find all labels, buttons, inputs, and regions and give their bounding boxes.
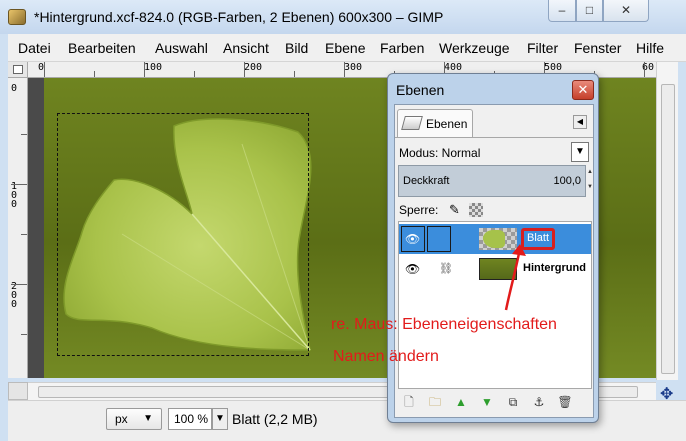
lock-pixels-icon[interactable]: ✎ xyxy=(449,202,460,218)
mode-dropdown-button[interactable]: ▼ xyxy=(571,142,589,162)
arrow-icon xyxy=(13,65,23,74)
menu-farben[interactable]: Farben xyxy=(380,40,424,56)
annotation-arrow xyxy=(504,244,526,311)
new-layer-icon[interactable]: 🗋 xyxy=(400,393,418,411)
eye-icon: 👁 xyxy=(405,232,421,246)
opacity-label: Deckkraft xyxy=(403,175,450,187)
annotation-text: Namen ändern xyxy=(333,348,439,365)
ruler-tick xyxy=(21,234,27,235)
ruler-label: 200 xyxy=(10,281,18,310)
minimize-button[interactable]: – xyxy=(548,0,576,22)
unit-value: px xyxy=(115,412,128,426)
annotation-text: re. Maus: Ebeneneigenschaften xyxy=(331,316,557,333)
layers-dialog: Ebenen ✕ Ebenen ◀ Modus: Normal ▼ Deckkr… xyxy=(387,73,599,423)
ruler-tick xyxy=(11,184,27,185)
ruler-tick xyxy=(21,134,27,135)
ruler-tick xyxy=(344,62,345,77)
menu-bearbeiten[interactable]: Bearbeiten xyxy=(68,40,136,56)
ruler-tick xyxy=(44,62,45,77)
anchor-icon[interactable]: ⚓ xyxy=(530,393,548,411)
tab-divider xyxy=(395,137,593,138)
vertical-scrollbar[interactable] xyxy=(656,62,678,380)
scrollbar-thumb[interactable] xyxy=(661,84,675,374)
ruler-label: 200 xyxy=(244,62,263,73)
lock-label: Sperre: xyxy=(399,203,439,217)
layers-icon xyxy=(401,116,423,130)
tab-label: Ebenen xyxy=(426,117,468,131)
ruler-tick xyxy=(294,71,295,77)
quick-mask-button[interactable] xyxy=(8,382,28,400)
ruler-label: 300 xyxy=(344,62,363,73)
dialog-close-button[interactable]: ✕ xyxy=(572,80,594,100)
ruler-label: 100 xyxy=(144,62,163,73)
gimp-app-icon xyxy=(8,9,26,25)
menu-fenster[interactable]: Fenster xyxy=(574,40,621,56)
vertical-ruler[interactable]: 0 100 200 xyxy=(8,78,28,378)
unit-select[interactable]: px ▼ xyxy=(106,408,162,430)
menu-bild[interactable]: Bild xyxy=(285,40,308,56)
ruler-label: 100 xyxy=(10,181,18,210)
canvas-padding xyxy=(28,78,44,378)
menu-datei[interactable]: Datei xyxy=(18,40,51,56)
ruler-tick xyxy=(194,71,195,77)
ruler-tick xyxy=(644,62,645,77)
lock-alpha-icon[interactable] xyxy=(469,203,483,217)
tab-menu-button[interactable]: ◀ xyxy=(573,115,587,129)
zoom-dropdown-button[interactable]: ▼ xyxy=(212,408,228,430)
menu-auswahl[interactable]: Auswahl xyxy=(155,40,208,56)
close-window-button[interactable]: ✕ xyxy=(603,0,649,22)
opacity-spinner[interactable]: ▲ ▼ xyxy=(586,165,594,197)
dropdown-arrow-icon: ▼ xyxy=(143,413,153,424)
maximize-button[interactable]: □ xyxy=(576,0,603,22)
ruler-label: 500 xyxy=(544,62,563,73)
duplicate-layer-icon[interactable]: ⧉ xyxy=(504,393,522,411)
menu-ebene[interactable]: Ebene xyxy=(325,40,365,56)
window-title: *Hintergrund.xcf-824.0 (RGB-Farben, 2 Eb… xyxy=(34,9,444,25)
zoom-input[interactable]: 100 % xyxy=(168,408,212,430)
menu-hilfe[interactable]: Hilfe xyxy=(636,40,664,56)
ruler-tick xyxy=(144,62,145,77)
menu-filter[interactable]: Filter xyxy=(527,40,558,56)
status-info: Blatt (2,2 MB) xyxy=(232,411,318,427)
lower-layer-icon[interactable]: ▼ xyxy=(478,393,496,411)
menu-bar: Datei Bearbeiten Auswahl Ansicht Bild Eb… xyxy=(8,34,686,62)
layer-row-hintergrund[interactable]: 👁 ⛓ Hintergrund xyxy=(399,254,591,284)
selection-marquee xyxy=(57,113,309,356)
dialog-body: Ebenen ◀ Modus: Normal ▼ Deckkraft 100,0… xyxy=(394,104,594,418)
menu-ansicht[interactable]: Ansicht xyxy=(223,40,269,56)
opacity-slider[interactable]: Deckkraft 100,0 xyxy=(398,165,586,197)
ruler-tick xyxy=(21,334,27,335)
ruler-corner-menu-button[interactable] xyxy=(8,62,28,78)
mode-select[interactable]: Modus: Normal xyxy=(399,146,480,160)
ruler-label: 400 xyxy=(444,62,463,73)
raise-layer-icon[interactable]: ▲ xyxy=(452,393,470,411)
dialog-title: Ebenen xyxy=(396,82,445,98)
ruler-tick xyxy=(11,284,27,285)
chain-icon[interactable]: ⛓ xyxy=(439,262,453,275)
eye-icon[interactable]: 👁 xyxy=(405,262,420,276)
opacity-value: 100,0 xyxy=(553,175,581,187)
chain-toggle[interactable] xyxy=(427,226,451,252)
menu-werkzeuge[interactable]: Werkzeuge xyxy=(439,40,510,56)
ruler-label: 0 xyxy=(10,83,18,94)
ruler-tick xyxy=(244,62,245,77)
tab-ebenen[interactable]: Ebenen xyxy=(397,109,473,137)
ruler-tick xyxy=(94,71,95,77)
title-bar[interactable]: *Hintergrund.xcf-824.0 (RGB-Farben, 2 Eb… xyxy=(0,0,686,34)
layer-row-blatt[interactable]: 👁 Blatt xyxy=(399,224,591,254)
layer-buttons: 🗋 🗀 ▲ ▼ ⧉ ⚓ 🗑 xyxy=(398,391,592,413)
trash-icon[interactable]: 🗑 xyxy=(556,393,574,411)
folder-icon[interactable]: 🗀 xyxy=(426,393,444,411)
